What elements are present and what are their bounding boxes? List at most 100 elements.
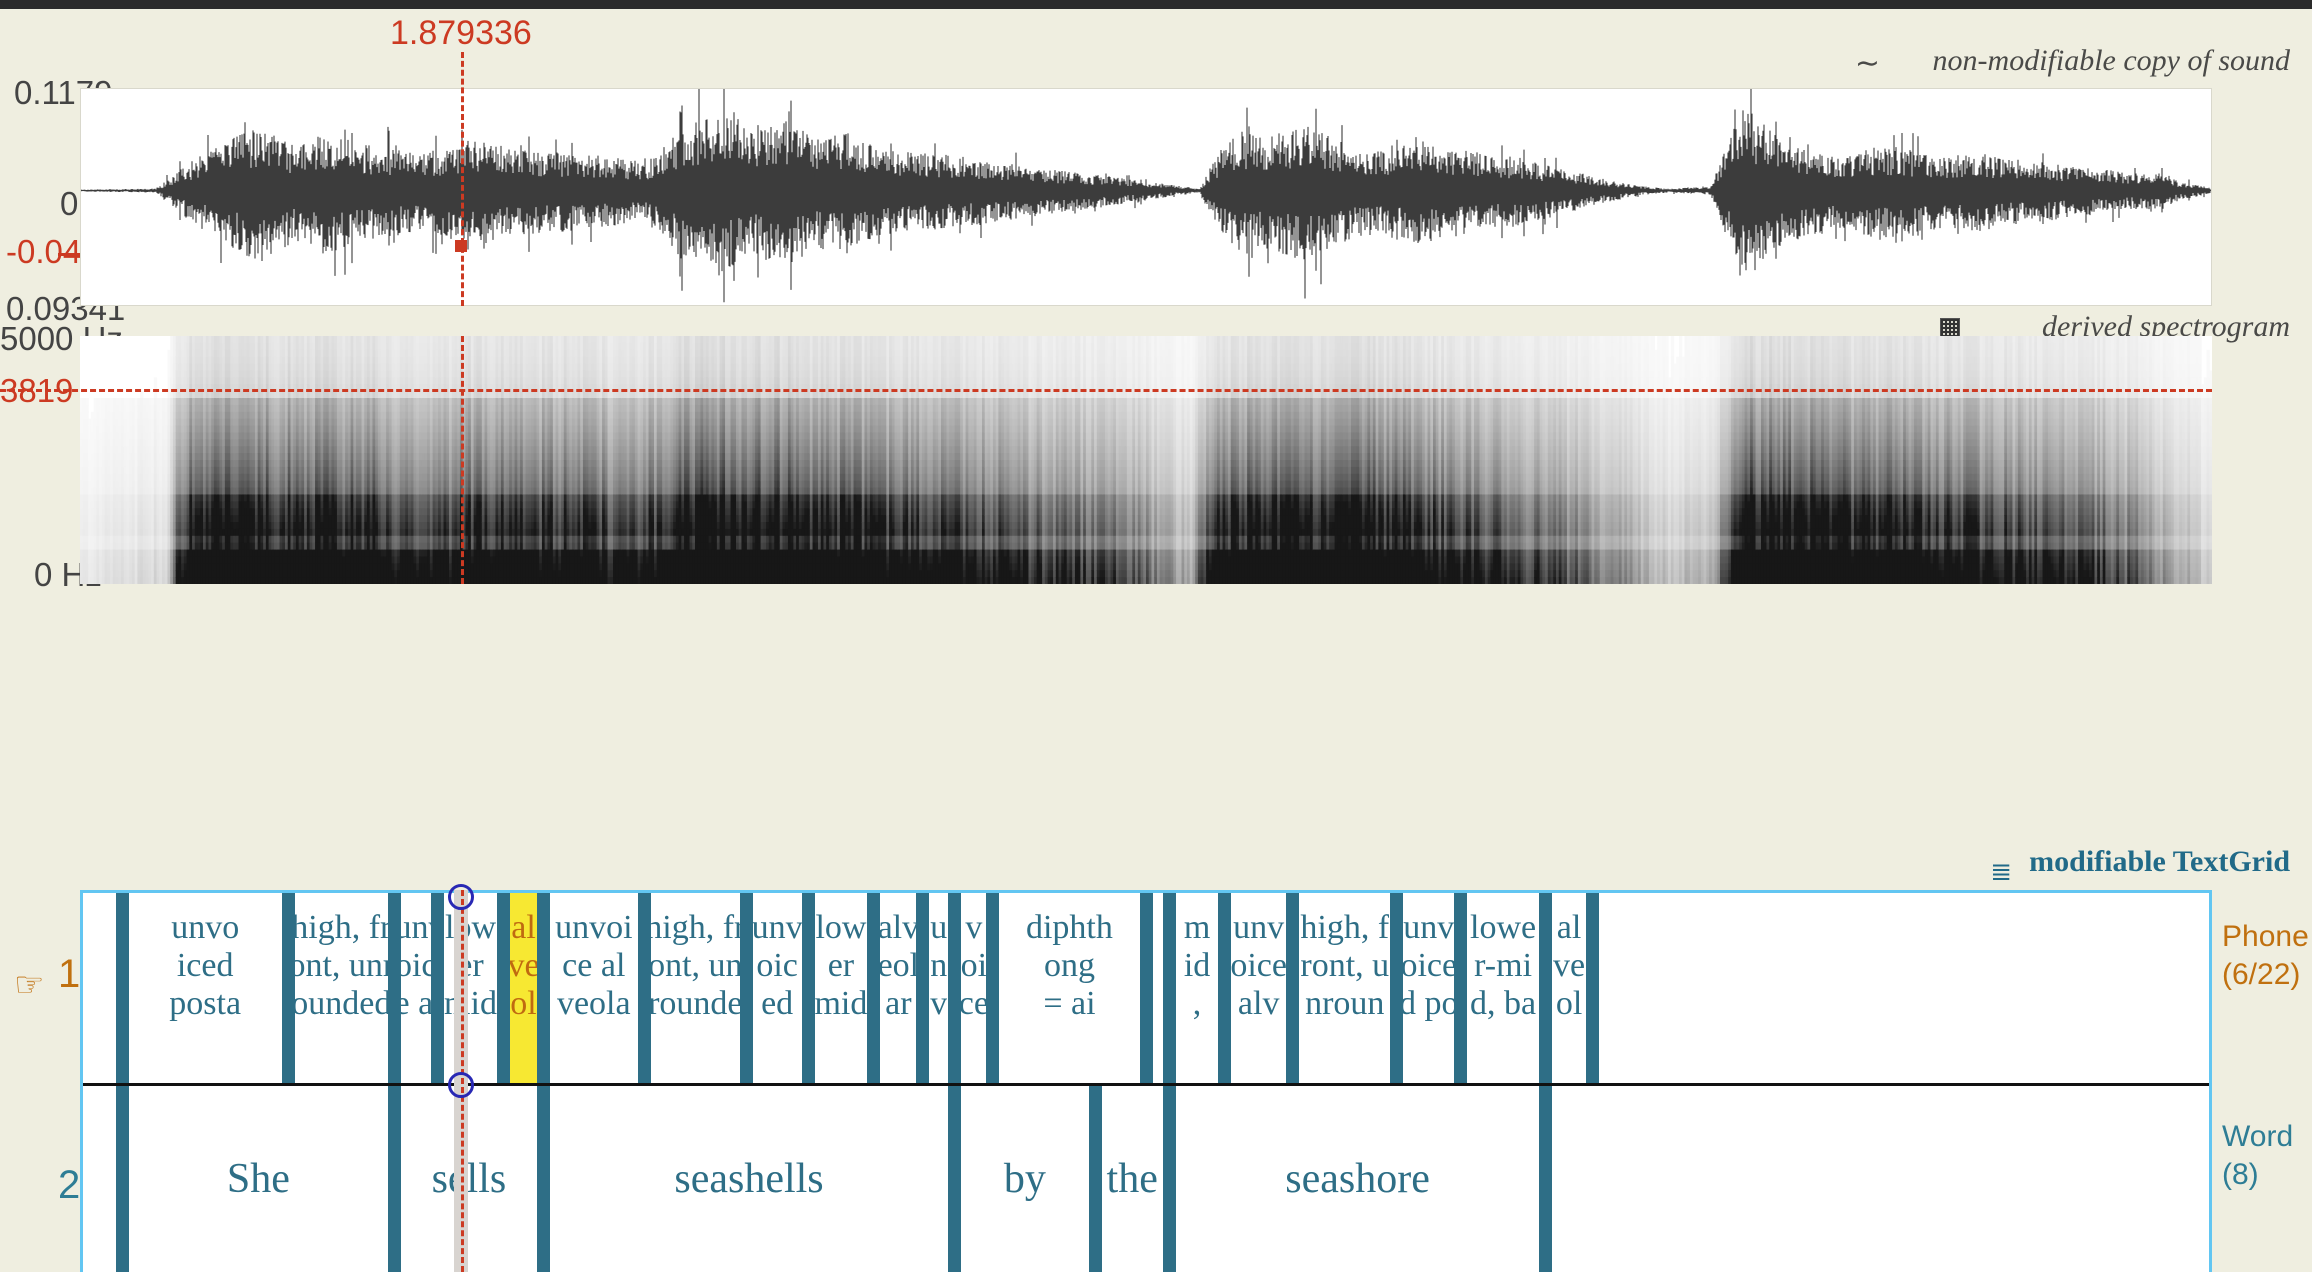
interval-boundary[interactable] bbox=[1539, 893, 1552, 1083]
word-interval[interactable]: seashells bbox=[543, 1086, 954, 1272]
interval-boundary[interactable] bbox=[1218, 893, 1231, 1083]
interval-text-line: eol bbox=[878, 947, 920, 984]
interval-boundary[interactable] bbox=[867, 893, 880, 1083]
textgrid-panel[interactable]: unvoicedpostahigh, front, unroundedunvoi… bbox=[80, 890, 2212, 1272]
interval-text-line: mid bbox=[444, 985, 497, 1022]
word-interval-label: the bbox=[1107, 1155, 1158, 1203]
phone-interval-label: alv eol ar bbox=[878, 893, 920, 1023]
interval-boundary[interactable] bbox=[1286, 893, 1299, 1083]
interval-text-line: ont, unr bbox=[288, 947, 394, 984]
interval-boundary[interactable] bbox=[1140, 893, 1153, 1083]
interval-boundary[interactable] bbox=[1586, 893, 1599, 1083]
interval-text-line: posta bbox=[169, 985, 241, 1022]
phone-interval[interactable] bbox=[1593, 893, 2210, 1083]
interval-boundary[interactable] bbox=[1454, 893, 1467, 1083]
interval-text-line: v bbox=[965, 909, 982, 946]
cursor-line-sound bbox=[461, 52, 464, 306]
word-interval[interactable]: She bbox=[122, 1086, 394, 1272]
interval-text-line: unvoi bbox=[555, 909, 632, 946]
interval-boundary[interactable] bbox=[1390, 893, 1403, 1083]
interval-text-line: er bbox=[828, 947, 854, 984]
interval-text-line: diphth bbox=[1026, 909, 1113, 946]
interval-text-line: veola bbox=[557, 985, 631, 1022]
interval-boundary[interactable] bbox=[1089, 1086, 1102, 1272]
word-interval-label: seashore bbox=[1285, 1155, 1430, 1203]
phone-interval[interactable]: unv oic ed bbox=[746, 893, 808, 1083]
interval-boundary[interactable] bbox=[638, 893, 651, 1083]
phone-interval-label: unvo iced posta bbox=[169, 893, 241, 1023]
interval-text-line: n bbox=[930, 947, 947, 984]
interval-boundary[interactable] bbox=[986, 893, 999, 1083]
waveform-panel[interactable] bbox=[80, 88, 2212, 306]
interval-boundary[interactable] bbox=[1539, 1086, 1552, 1272]
interval-boundary[interactable] bbox=[537, 893, 550, 1083]
phone-interval-label: high, f ront, u nroun bbox=[1300, 893, 1389, 1023]
phone-interval[interactable]: high, fr ont, unr ounded bbox=[288, 893, 394, 1083]
tier-name-phone-count: (6/22) bbox=[2222, 958, 2300, 991]
word-interval[interactable]: seashore bbox=[1169, 1086, 1545, 1272]
tier-phone-row[interactable]: unvoicedpostahigh, front, unroundedunvoi… bbox=[83, 893, 2209, 1083]
tier-word-row[interactable]: She sells seashells by the seashore bbox=[83, 1086, 2209, 1272]
word-interval[interactable]: by bbox=[955, 1086, 1095, 1272]
phone-interval[interactable]: diphth ong = ai bbox=[993, 893, 1146, 1083]
interval-boundary[interactable] bbox=[1163, 893, 1176, 1083]
interval-text-line: ont, un bbox=[648, 947, 742, 984]
cursor-handle-bottom[interactable] bbox=[448, 1072, 474, 1098]
spectrogram-panel[interactable] bbox=[80, 336, 2212, 584]
word-interval[interactable]: sells bbox=[395, 1086, 544, 1272]
interval-boundary[interactable] bbox=[740, 893, 753, 1083]
word-interval[interactable] bbox=[1546, 1086, 2209, 1272]
phone-interval[interactable]: high, f ront, u nroun bbox=[1293, 893, 1397, 1083]
phone-interval-label: unv oice alv bbox=[1230, 893, 1287, 1023]
word-interval-label: She bbox=[227, 1155, 290, 1203]
praat-sound-editor-window: 1.879336 ∼ non-modifiable copy of sound … bbox=[0, 0, 2312, 1272]
spectrogram-hatch-icon bbox=[1940, 318, 1960, 338]
phone-interval[interactable]: unv oice alv bbox=[1225, 893, 1293, 1083]
interval-text-line: al bbox=[1557, 909, 1582, 946]
phone-interval[interactable]: unvo iced posta bbox=[122, 893, 288, 1083]
interval-text-line: iced bbox=[177, 947, 234, 984]
interval-text-line: high, fr bbox=[645, 909, 745, 946]
interval-boundary[interactable] bbox=[948, 1086, 961, 1272]
spectrogram-plot bbox=[80, 336, 2212, 584]
phone-interval[interactable]: lowe r-mi d, ba bbox=[1461, 893, 1546, 1083]
phone-interval-label: v oi ce bbox=[959, 893, 989, 1023]
tier-name-word-count: (8) bbox=[2222, 1158, 2259, 1191]
interval-text-line: low bbox=[815, 909, 866, 946]
phone-interval-label: unv bbox=[930, 893, 947, 1023]
word-interval[interactable]: the bbox=[1095, 1086, 1169, 1272]
interval-text-line: nroun bbox=[1305, 985, 1384, 1022]
interval-text-line: high, fr bbox=[291, 909, 391, 946]
interval-boundary[interactable] bbox=[282, 893, 295, 1083]
cursor-handle-top[interactable] bbox=[448, 884, 474, 910]
interval-text-line: mid bbox=[814, 985, 867, 1022]
tier-number-2[interactable]: 2 bbox=[58, 1163, 80, 1208]
interval-boundary[interactable] bbox=[802, 893, 815, 1083]
interval-boundary[interactable] bbox=[431, 893, 444, 1083]
phone-interval-label: al ve ol bbox=[507, 893, 539, 1023]
interval-boundary[interactable] bbox=[948, 893, 961, 1083]
interval-text-line: ront, u bbox=[1300, 947, 1389, 984]
interval-text-line: oi bbox=[961, 947, 987, 984]
phone-interval[interactable]: unv oice d po bbox=[1397, 893, 1461, 1083]
interval-text-line: d po bbox=[1399, 985, 1459, 1022]
interval-boundary[interactable] bbox=[1163, 1086, 1176, 1272]
interval-boundary[interactable] bbox=[388, 893, 401, 1083]
waveform-cursor-marker bbox=[455, 240, 467, 252]
phone-interval[interactable]: unvoi ce al veola bbox=[543, 893, 644, 1083]
phone-interval[interactable]: m id, bbox=[1169, 893, 1224, 1083]
interval-boundary[interactable] bbox=[537, 1086, 550, 1272]
interval-boundary[interactable] bbox=[116, 1086, 129, 1272]
phone-interval[interactable]: low er mid bbox=[808, 893, 874, 1083]
interval-text-line: rounde bbox=[648, 985, 742, 1022]
interval-boundary[interactable] bbox=[497, 893, 510, 1083]
interval-text-line: = ai bbox=[1043, 985, 1095, 1022]
interval-text-line: ce al bbox=[562, 947, 625, 984]
phone-interval[interactable]: low er mid bbox=[437, 893, 504, 1083]
interval-boundary[interactable] bbox=[916, 893, 929, 1083]
tier-number-1[interactable]: 1 bbox=[58, 952, 80, 997]
interval-boundary[interactable] bbox=[388, 1086, 401, 1272]
phone-interval[interactable]: high, fr ont, un rounde bbox=[644, 893, 746, 1083]
interval-boundary[interactable] bbox=[116, 893, 129, 1083]
interval-text-line: v bbox=[930, 985, 947, 1022]
